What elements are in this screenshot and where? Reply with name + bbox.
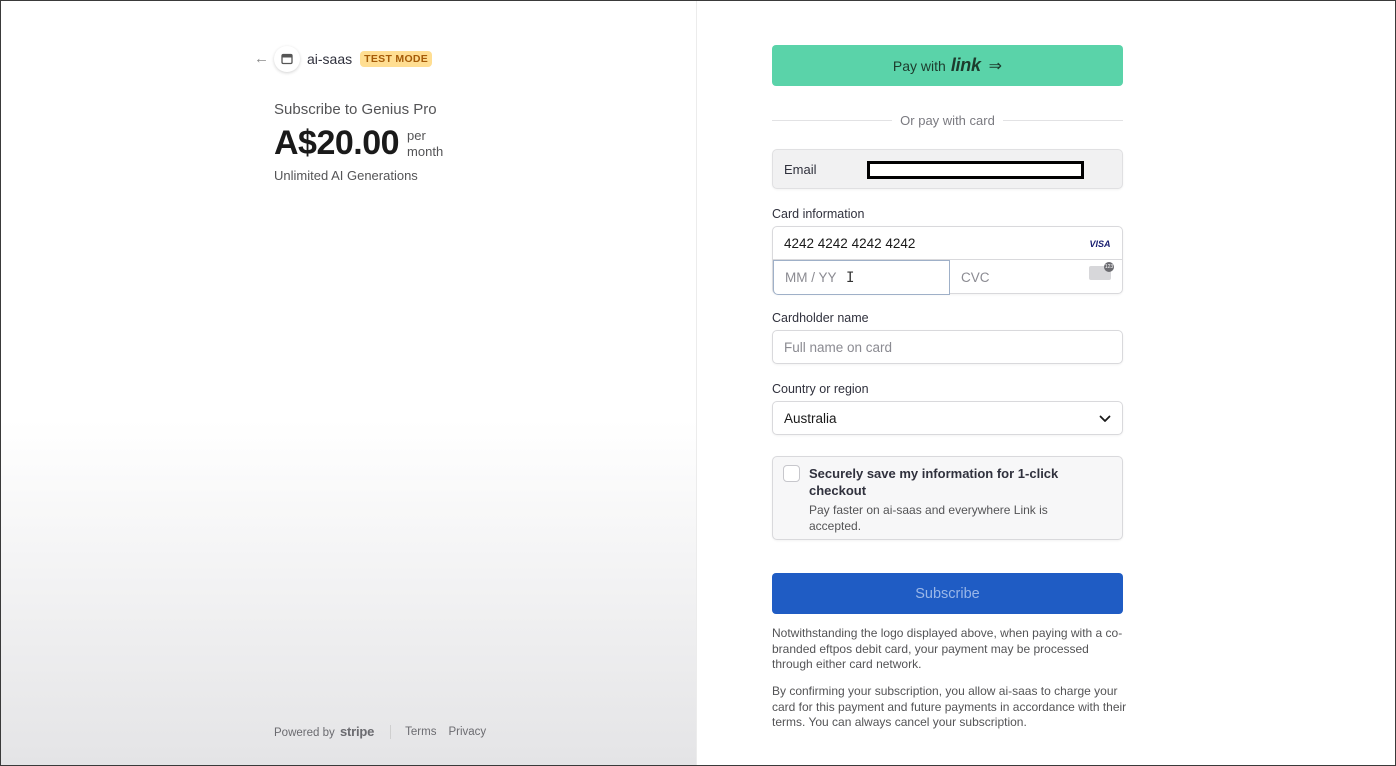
window-frame [0,0,1396,766]
